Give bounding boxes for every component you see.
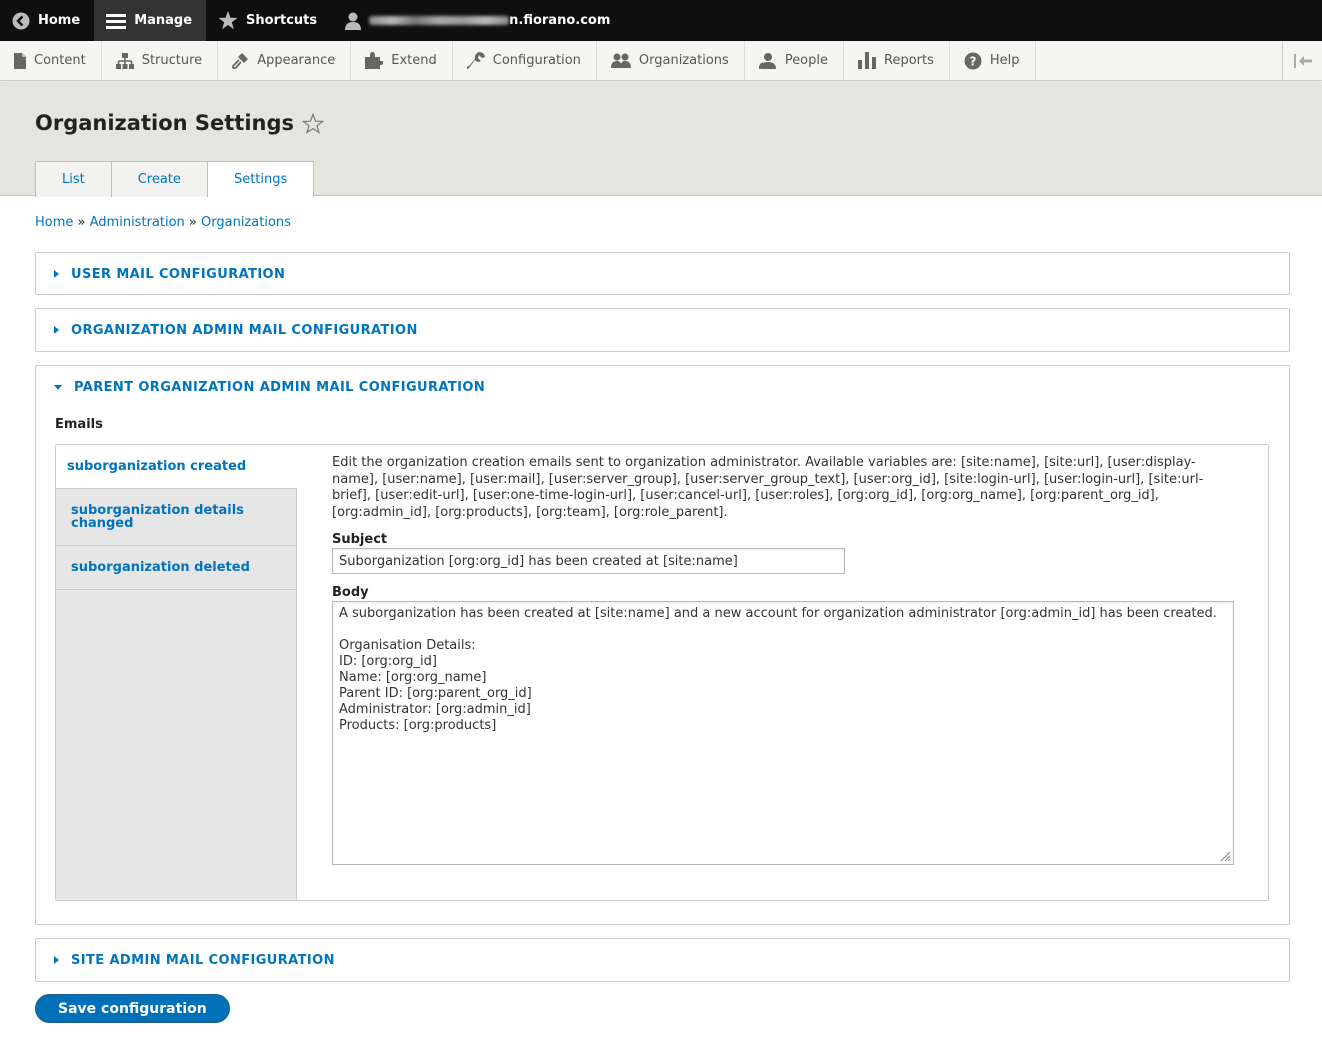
- user-domain: n.fiorano.com: [509, 13, 611, 28]
- expand-triangle-icon: [54, 326, 59, 334]
- tray-item-label: Help: [989, 53, 1020, 68]
- tray-item-help[interactable]: ? Help: [950, 41, 1036, 80]
- tray-item-structure[interactable]: Structure: [102, 41, 219, 80]
- breadcrumb-organizations[interactable]: Organizations: [201, 215, 291, 230]
- breadcrumb-separator: »: [77, 215, 86, 230]
- breadcrumb-separator: »: [188, 215, 197, 230]
- breadcrumb: Home » Administration » Organizations: [35, 215, 291, 230]
- back-arrow-icon: [12, 12, 30, 29]
- org-admin-mail-section: ORGANIZATION ADMIN MAIL CONFIGURATION: [35, 308, 1290, 352]
- page-title: Organization Settings: [35, 111, 325, 135]
- tray-item-reports[interactable]: Reports: [844, 41, 950, 80]
- subject-input[interactable]: Suborganization [org:org_id] has been cr…: [332, 548, 845, 574]
- tab-settings[interactable]: Settings: [206, 161, 315, 197]
- tray-orientation-toggle[interactable]: [1282, 41, 1322, 80]
- tray-item-label: People: [784, 53, 829, 68]
- bar-chart-icon: [858, 52, 877, 69]
- site-admin-mail-summary[interactable]: SITE ADMIN MAIL CONFIGURATION: [36, 939, 1289, 981]
- tray-item-content[interactable]: Content: [0, 41, 102, 80]
- tray-item-organizations[interactable]: Organizations: [597, 41, 745, 80]
- tray-item-label: Extend: [391, 53, 437, 68]
- collapse-triangle-icon: [54, 384, 62, 390]
- tray-item-label: Reports: [884, 53, 934, 68]
- help-icon: ?: [964, 52, 982, 69]
- section-title: ORGANIZATION ADMIN MAIL CONFIGURATION: [71, 322, 418, 338]
- people-icon: [758, 53, 776, 69]
- tab-create[interactable]: Create: [110, 161, 208, 197]
- toolbar-manage[interactable]: Manage: [94, 0, 207, 41]
- toolbar-user[interactable]: n.fiorano.com: [331, 0, 624, 41]
- wrench-icon: [466, 51, 485, 69]
- vertical-tabs-menu: suborganization created suborganization …: [56, 445, 297, 900]
- tray-item-label: Structure: [141, 53, 203, 68]
- vtab-suborganization-details-changed[interactable]: suborganization details changed: [56, 489, 296, 546]
- body-label: Body: [332, 585, 369, 600]
- paintbrush-icon: [232, 53, 249, 69]
- vtab-label: suborganization created: [67, 459, 247, 474]
- section-title: PARENT ORGANIZATION ADMIN MAIL CONFIGURA…: [74, 379, 486, 395]
- user-mail-summary[interactable]: USER MAIL CONFIGURATION: [36, 253, 1289, 295]
- hamburger-icon: [106, 13, 127, 29]
- vertical-tab-pane: Edit the organization creation emails se…: [332, 455, 1234, 865]
- puzzle-icon: [365, 52, 384, 69]
- save-configuration-button[interactable]: Save configuration: [35, 994, 230, 1023]
- parent-org-admin-mail-summary[interactable]: PARENT ORGANIZATION ADMIN MAIL CONFIGURA…: [36, 366, 1289, 408]
- toolbar-home[interactable]: Home: [0, 0, 94, 41]
- email-vertical-tabs: suborganization created suborganization …: [55, 444, 1269, 901]
- star-outline-icon[interactable]: [302, 112, 325, 134]
- tray-item-label: Content: [34, 53, 86, 68]
- tray-item-people[interactable]: People: [745, 41, 845, 80]
- email-description: Edit the organization creation emails se…: [332, 455, 1204, 520]
- section-title: USER MAIL CONFIGURATION: [71, 266, 286, 282]
- page-header: Organization Settings List Create Settin…: [0, 82, 1322, 197]
- svg-text:?: ?: [969, 54, 976, 68]
- sitemap-icon: [115, 52, 134, 69]
- vtab-label: suborganization details changed: [71, 503, 244, 531]
- user-mail-section: USER MAIL CONFIGURATION: [35, 252, 1290, 295]
- expand-triangle-icon: [54, 270, 59, 278]
- toolbar-manage-label: Manage: [134, 13, 193, 28]
- user-icon: [345, 12, 362, 30]
- star-icon: [218, 11, 238, 30]
- primary-tabs: List Create Settings: [35, 161, 315, 197]
- tray-item-configuration[interactable]: Configuration: [453, 41, 597, 80]
- parent-org-admin-mail-section: PARENT ORGANIZATION ADMIN MAIL CONFIGURA…: [35, 365, 1290, 925]
- toolbar-shortcuts-label: Shortcuts: [246, 13, 318, 28]
- toolbar-home-label: Home: [38, 13, 81, 28]
- vtab-label: suborganization deleted: [71, 560, 250, 575]
- breadcrumb-home[interactable]: Home: [35, 215, 73, 230]
- tab-list[interactable]: List: [35, 161, 112, 197]
- emails-label: Emails: [55, 417, 103, 432]
- collapse-left-icon: [1293, 53, 1312, 68]
- section-title: SITE ADMIN MAIL CONFIGURATION: [71, 952, 335, 968]
- tray-item-label: Configuration: [492, 53, 581, 68]
- subject-label: Subject: [332, 532, 388, 547]
- user-name-redacted: [369, 16, 510, 25]
- tray-item-extend[interactable]: Extend: [351, 41, 453, 80]
- site-admin-mail-section: SITE ADMIN MAIL CONFIGURATION: [35, 938, 1290, 982]
- tray-item-label: Appearance: [257, 53, 336, 68]
- vtab-suborganization-deleted[interactable]: suborganization deleted: [56, 546, 296, 590]
- breadcrumb-administration[interactable]: Administration: [90, 215, 185, 230]
- subject-value: Suborganization [org:org_id] has been cr…: [339, 553, 738, 569]
- vtab-suborganization-created[interactable]: suborganization created: [56, 445, 297, 489]
- document-icon: [14, 52, 26, 69]
- toolbar-shortcuts[interactable]: Shortcuts: [206, 0, 331, 41]
- org-admin-mail-summary[interactable]: ORGANIZATION ADMIN MAIL CONFIGURATION: [36, 309, 1289, 351]
- group-icon: [610, 53, 631, 68]
- admin-toolbar: Home Manage Shortcuts n.fiorano.com: [0, 0, 1322, 41]
- resize-grip-icon[interactable]: [1220, 851, 1231, 862]
- tray-item-appearance[interactable]: Appearance: [218, 41, 352, 80]
- expand-triangle-icon: [54, 956, 59, 964]
- body-textarea[interactable]: A suborganization has been created at [s…: [332, 601, 1234, 865]
- body-value: A suborganization has been created at [s…: [339, 606, 1217, 733]
- page-title-text: Organization Settings: [35, 111, 295, 135]
- tray-item-label: Organizations: [638, 53, 729, 68]
- admin-tray: Content Structure Appearance Extend Conf…: [0, 41, 1322, 81]
